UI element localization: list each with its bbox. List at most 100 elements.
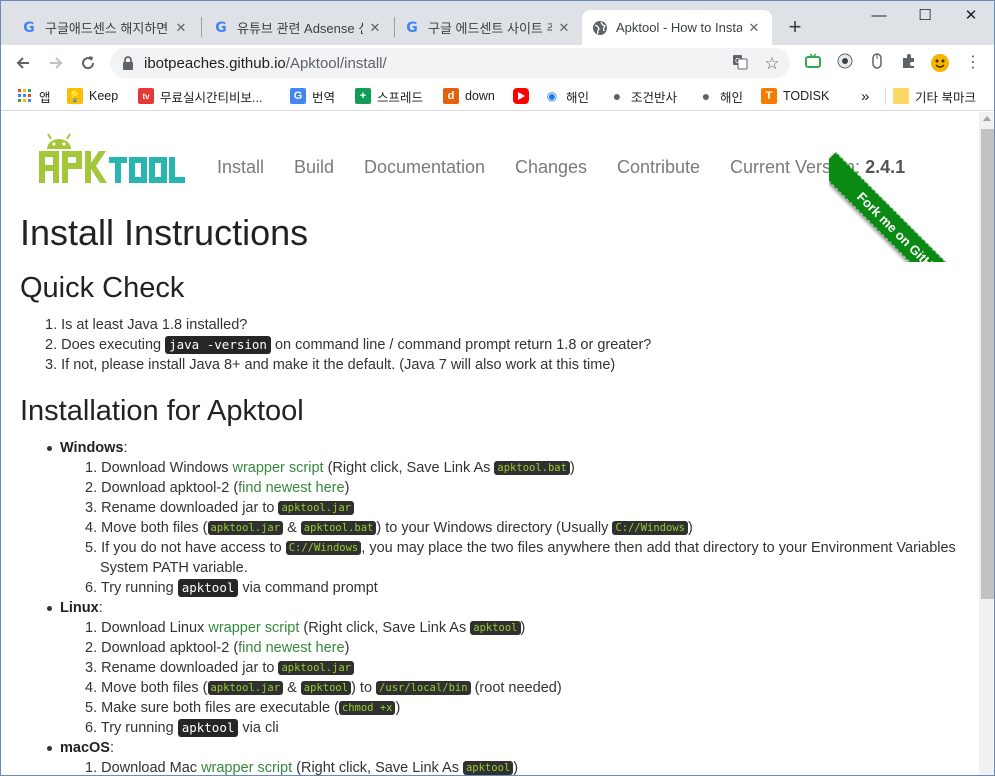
address-bar[interactable]: ibotpeaches.github.io/Apktool/install/ G…	[110, 48, 790, 78]
nav-build[interactable]: Build	[294, 157, 334, 178]
bookmark-translate[interactable]: G 번역	[290, 86, 335, 106]
bookmark-label: TODISK	[783, 89, 830, 103]
nav-documentation[interactable]: Documentation	[364, 157, 485, 178]
bookmark-down[interactable]: d down	[443, 86, 495, 106]
maximize-button[interactable]: ☐	[902, 5, 948, 29]
scrollbar-thumb[interactable]	[981, 129, 994, 599]
nav-install[interactable]: Install	[217, 157, 264, 178]
nav-contribute[interactable]: Contribute	[617, 157, 700, 178]
bookmark-other-folder[interactable]: 기타 북마크	[893, 86, 976, 106]
apktool-logo[interactable]	[37, 129, 187, 187]
code: apktool.jar	[278, 501, 355, 515]
bookmark-label: 무료실시간티비보...	[160, 90, 263, 105]
linux-step-6: 6. Try running apktool via cli	[85, 719, 279, 737]
menu-kebab-icon[interactable]: ⋮	[963, 53, 983, 73]
bullet	[47, 446, 52, 451]
new-tab-button[interactable]: +	[782, 15, 808, 41]
windows-step-5: 5. If you do not have access to C://Wind…	[85, 540, 956, 556]
windows-wrapper-script-link[interactable]: wrapper script	[233, 460, 324, 476]
code: apktool	[177, 579, 239, 597]
tab-title: 유튜브 관련 Adsense 신	[237, 21, 363, 36]
tab-adsense-1[interactable]: G 구글애드센스 해지하면 ✕	[11, 10, 199, 45]
bookmark-todisk[interactable]: T TODISK	[761, 86, 829, 106]
bookmark-haein-2[interactable]: ● 해인	[698, 86, 743, 106]
reload-button[interactable]	[74, 49, 102, 77]
nav-changes[interactable]: Changes	[515, 157, 587, 178]
scroll-up-arrow-icon[interactable]	[983, 116, 991, 121]
bookmark-sheets[interactable]: + 스프레드	[355, 86, 423, 106]
close-icon[interactable]: ✕	[173, 20, 189, 36]
bullet	[47, 606, 52, 611]
linux-wrapper-script-link[interactable]: wrapper script	[208, 620, 299, 636]
windows-step-6: 6. Try running apktool via command promp…	[85, 579, 378, 597]
translate-icon[interactable]: G	[730, 54, 750, 74]
linux-step-2: 2. Download apktool-2 (find newest here)	[85, 640, 350, 656]
close-window-button[interactable]: ✕	[948, 5, 994, 29]
code: apktool.jar	[278, 661, 355, 675]
bookmark-conditioned[interactable]: ● 조건반사	[609, 86, 677, 106]
bookmark-haein-1[interactable]: ◉ 해인	[544, 86, 589, 106]
quick-check-item-3: 3. If not, please install Java 8+ and ma…	[45, 357, 616, 373]
eye-extension-icon[interactable]	[835, 53, 855, 73]
close-icon[interactable]: ✕	[367, 20, 383, 36]
code: apktool	[470, 621, 521, 635]
apps-grid-icon	[17, 88, 33, 104]
star-icon[interactable]: ☆	[762, 54, 782, 74]
linux-label: Linux:	[60, 600, 103, 616]
minimize-button[interactable]: —	[856, 5, 902, 29]
quick-check-item-1: 1. Is at least Java 1.8 installed?	[45, 317, 248, 333]
tab-adsense-2[interactable]: G 유튜브 관련 Adsense 신 ✕	[203, 10, 393, 45]
windows-label: Windows:	[60, 440, 128, 456]
page-viewport: Install Build Documentation Changes Cont…	[1, 112, 979, 776]
code: apktool.jar	[207, 521, 284, 535]
tab-adsense-3[interactable]: G 구글 에드센트 사이트 추 ✕	[394, 10, 582, 45]
close-icon[interactable]: ✕	[556, 20, 572, 36]
macos-step-1: 1. Download Mac wrapper script (Right cl…	[85, 760, 519, 776]
d-icon: d	[443, 88, 459, 104]
mouse-extension-icon[interactable]	[867, 53, 887, 73]
google-icon: G	[23, 19, 35, 36]
code: apktool	[462, 761, 514, 775]
forward-button[interactable]	[42, 49, 70, 77]
back-button[interactable]	[9, 49, 37, 77]
google-translate-icon: G	[290, 88, 306, 104]
url-text: ibotpeaches.github.io/Apktool/install/	[144, 55, 387, 72]
tab-separator	[201, 17, 202, 37]
github-ribbon[interactable]: Fork me on GitHub	[829, 112, 979, 262]
bookmark-keep[interactable]: 💡 Keep	[67, 86, 118, 106]
todisk-icon: T	[761, 88, 777, 104]
windows-step-3: 3. Rename downloaded jar to apktool.jar	[85, 498, 355, 518]
apple-icon: ●	[698, 88, 714, 104]
bookmark-label: 앱	[39, 90, 51, 105]
bookmark-label: 해인	[720, 90, 744, 105]
profile-avatar[interactable]	[930, 53, 950, 73]
vertical-scrollbar[interactable]	[979, 112, 994, 775]
extensions-puzzle-icon[interactable]	[899, 53, 919, 73]
messenger-icon: ◉	[544, 88, 560, 104]
fork-me-on-github[interactable]: Fork me on GitHub	[829, 152, 979, 262]
tv-extension-icon[interactable]	[803, 53, 823, 73]
linux-find-newest-link[interactable]: find newest here	[238, 640, 344, 656]
code: C://Windows	[612, 521, 688, 535]
close-icon[interactable]: ✕	[746, 20, 762, 36]
code: apktool	[300, 681, 352, 695]
bookmark-label: down	[465, 89, 495, 103]
svg-text:G: G	[735, 57, 740, 65]
linux-step-4: 4. Move both files (apktool.jar & apktoo…	[85, 680, 562, 696]
macos-wrapper-script-link[interactable]: wrapper script	[201, 760, 292, 775]
bookmark-apps[interactable]: 앱	[17, 86, 51, 106]
bookmark-tv[interactable]: tv 무료실시간티비보...	[138, 86, 262, 106]
tab-title: 구글 에드센트 사이트 추	[428, 21, 552, 36]
code-java-version: java -version	[165, 336, 271, 354]
code: chmod +x	[338, 701, 396, 715]
windows-step-5-continued: System PATH variable.	[100, 560, 248, 576]
linux-step-1: 1. Download Linux wrapper script (Right …	[85, 620, 526, 636]
tab-apktool[interactable]: Apktool - How to Insta ✕	[582, 10, 772, 45]
windows-find-newest-link[interactable]: find newest here	[238, 480, 344, 496]
code: /usr/local/bin	[376, 681, 471, 695]
bookmarks-overflow-button[interactable]: »	[861, 86, 869, 106]
code: apktool	[177, 719, 239, 737]
bookmark-youtube[interactable]	[513, 86, 535, 106]
youtube-icon	[513, 88, 529, 104]
bookmark-label: 해인	[566, 90, 590, 105]
